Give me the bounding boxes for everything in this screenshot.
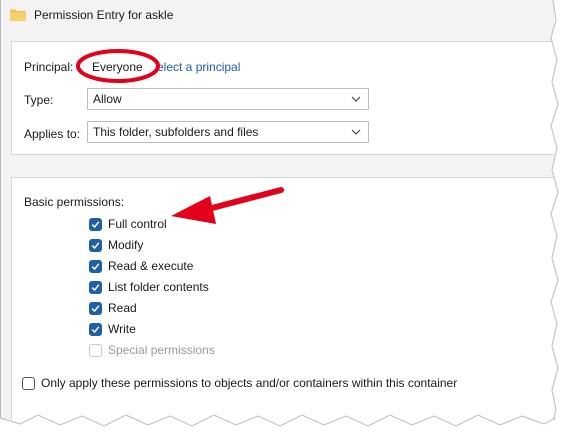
list-folder-contents-checkbox[interactable] xyxy=(89,280,102,294)
basic-permissions-heading: Basic permissions: xyxy=(24,195,125,209)
principal-panel: Principal: Everyone elect a principal Ty… xyxy=(11,41,554,155)
write-label: Write xyxy=(108,322,136,336)
type-label: Type: xyxy=(24,93,54,107)
permission-read[interactable]: Read xyxy=(89,299,137,317)
applies-to-label: Applies to: xyxy=(24,127,81,141)
special-permissions-checkbox xyxy=(89,343,102,357)
read-execute-checkbox[interactable] xyxy=(89,259,102,273)
permission-read-execute[interactable]: Read & execute xyxy=(89,257,193,275)
modify-checkbox[interactable] xyxy=(89,238,102,252)
principal-label: Principal: xyxy=(24,60,74,74)
full-control-checkbox[interactable] xyxy=(89,217,102,231)
permissions-panel: Basic permissions: Full control Modify R… xyxy=(11,177,554,420)
type-dropdown[interactable]: Allow xyxy=(87,88,369,110)
type-dropdown-value: Allow xyxy=(93,92,122,106)
read-checkbox[interactable] xyxy=(89,301,102,315)
select-principal-link[interactable]: elect a principal xyxy=(157,60,240,74)
special-permissions-label: Special permissions xyxy=(108,343,215,357)
torn-edge-right xyxy=(551,0,576,420)
permission-list-folder-contents[interactable]: List folder contents xyxy=(89,278,209,296)
applies-to-dropdown[interactable]: This folder, subfolders and files xyxy=(87,121,369,143)
apply-only-checkbox[interactable] xyxy=(22,376,35,390)
list-folder-contents-label: List folder contents xyxy=(108,280,209,294)
applies-to-dropdown-value: This folder, subfolders and files xyxy=(93,125,259,139)
permission-special: Special permissions xyxy=(89,341,215,359)
folder-icon xyxy=(10,9,26,21)
permission-entry-window: Permission Entry for askle Principal: Ev… xyxy=(0,0,554,420)
apply-only-label: Only apply these permissions to objects … xyxy=(41,376,458,390)
chevron-down-icon xyxy=(350,126,362,138)
principal-value: Everyone xyxy=(92,60,143,74)
read-execute-label: Read & execute xyxy=(108,259,194,273)
permission-write[interactable]: Write xyxy=(89,320,136,338)
window-title: Permission Entry for askle xyxy=(34,8,174,22)
permission-full-control[interactable]: Full control xyxy=(89,215,167,233)
read-label: Read xyxy=(108,301,137,315)
modify-label: Modify xyxy=(108,238,144,252)
permission-modify[interactable]: Modify xyxy=(89,236,143,254)
chevron-down-icon xyxy=(350,93,362,105)
write-checkbox[interactable] xyxy=(89,322,102,336)
apply-only-option[interactable]: Only apply these permissions to objects … xyxy=(22,374,457,392)
full-control-label: Full control xyxy=(108,217,167,231)
title-bar: Permission Entry for askle xyxy=(1,0,554,30)
